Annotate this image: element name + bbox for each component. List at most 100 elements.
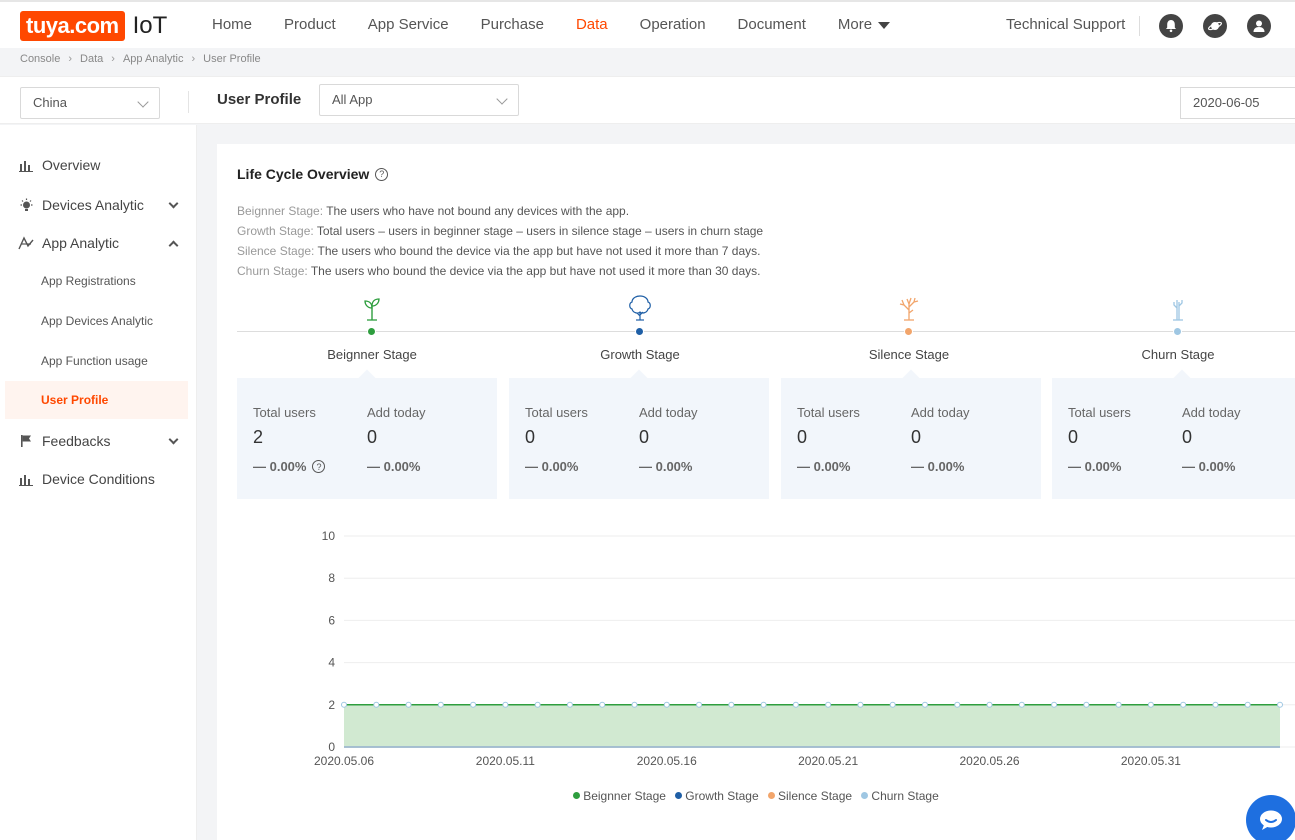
planet-icon[interactable] (1203, 14, 1227, 38)
x-tick-label: 2020.05.11 (476, 754, 535, 768)
logo[interactable]: tuya.com IoT (20, 10, 167, 42)
sidebar-sub-app-function-usage[interactable]: App Function usage (5, 342, 188, 380)
add-today-change: — 0.00% (367, 459, 421, 474)
stage-timeline (237, 331, 1295, 332)
sidebar-item-devices-analytic[interactable]: Devices Analytic (0, 187, 197, 223)
stage-label-churn: Churn Stage (1141, 347, 1215, 362)
stage-dot-churn (1173, 327, 1182, 336)
logo-product: IoT (132, 12, 168, 39)
user-stage-chart: 0 2 4 6 8 10 2020.05.06 2020.05.11 2020.05.16 202… (314, 529, 1295, 768)
total-users-change: — 0.00%? (253, 459, 326, 474)
sidebar-sub-app-devices-analytic[interactable]: App Devices Analytic (5, 302, 188, 340)
data-point (502, 701, 509, 708)
data-point (437, 701, 444, 708)
nav-document[interactable]: Document (722, 2, 822, 48)
description-churn: Churn Stage: The users who bound the dev… (237, 264, 760, 278)
nav-menu: Home Product App Service Purchase Data O… (196, 2, 906, 48)
sidebar-item-label: Overview (42, 157, 101, 173)
nav-data[interactable]: Data (560, 2, 624, 48)
data-point (1147, 701, 1154, 708)
nav-home[interactable]: Home (196, 2, 268, 48)
chevron-down-icon (168, 434, 179, 445)
data-point (889, 701, 896, 708)
x-tick-label: 2020.05.06 (314, 754, 374, 768)
data-point (986, 701, 993, 708)
data-point (1115, 701, 1122, 708)
add-today-value: 0 (911, 427, 922, 447)
data-point (534, 701, 541, 708)
nav-operation[interactable]: Operation (624, 2, 722, 48)
x-tick-label: 2020.05.21 (798, 754, 858, 768)
sidebar-item-feedbacks[interactable]: Feedbacks (0, 423, 197, 459)
help-icon[interactable]: ? (312, 460, 326, 473)
card-notch (1173, 369, 1191, 387)
legend-label: Churn Stage (871, 788, 939, 803)
user-avatar-icon[interactable] (1247, 14, 1271, 38)
data-point (663, 701, 670, 708)
sidebar-item-label: Feedbacks (42, 433, 111, 449)
data-point (405, 701, 412, 708)
add-today-value: 0 (367, 427, 378, 447)
legend-item-beginner[interactable]: Beignner Stage (573, 789, 666, 803)
card-notch (902, 369, 920, 387)
app-select[interactable]: All App (319, 84, 519, 116)
chevron-down-icon (168, 198, 179, 209)
help-icon[interactable]: ? (375, 167, 389, 181)
total-users-change-value: — 0.00% (253, 459, 307, 474)
sidebar-sub-app-registrations[interactable]: App Registrations (5, 262, 188, 300)
nav-more[interactable]: More (822, 2, 906, 48)
date-picker[interactable]: 2020-06-05 (1180, 87, 1295, 119)
chat-support-button[interactable] (1246, 795, 1295, 840)
filter-bar: China User Profile All App 2020-06-05 (0, 76, 1295, 124)
add-today-value: 0 (639, 427, 650, 447)
data-point (373, 701, 380, 708)
legend-item-silence[interactable]: Silence Stage (768, 789, 852, 803)
region-select[interactable]: China (20, 87, 160, 119)
breadcrumb-console[interactable]: Console (20, 53, 60, 65)
chevron-right-icon: › (68, 53, 73, 65)
sidebar: Overview Devices Analytic App Analytic A… (0, 125, 197, 840)
nav-app-service[interactable]: App Service (352, 2, 465, 48)
app-analytic-icon (18, 235, 34, 251)
sidebar-item-app-analytic[interactable]: App Analytic (0, 225, 197, 261)
bar-chart-icon (18, 157, 34, 173)
card-notch (630, 369, 648, 387)
stage-label-silence: Silence Stage (868, 347, 950, 362)
tree-icon (629, 295, 651, 321)
series-area-beginner (344, 704, 1280, 747)
chevron-up-icon (168, 240, 179, 251)
breadcrumb-app-analytic[interactable]: App Analytic (123, 53, 184, 65)
nav-product[interactable]: Product (268, 2, 352, 48)
breadcrumb: Console › Data › App Analytic › User Pro… (20, 53, 261, 65)
description-label: Churn Stage: (237, 264, 308, 278)
sidebar-item-device-conditions[interactable]: Device Conditions (0, 461, 197, 497)
legend-item-churn[interactable]: Churn Stage (861, 788, 939, 803)
legend-dot (768, 792, 775, 799)
description-label: Silence Stage: (237, 244, 315, 258)
sidebar-sub-user-profile[interactable]: User Profile (5, 381, 188, 419)
bulb-icon (18, 197, 34, 213)
technical-support-link[interactable]: Technical Support (1006, 2, 1125, 48)
panel-title: Life Cycle Overview ? (237, 166, 389, 182)
panel-title-text: Life Cycle Overview (237, 166, 370, 182)
chat-icon (1260, 810, 1282, 830)
breadcrumb-data[interactable]: Data (80, 53, 103, 65)
sidebar-item-label: Device Conditions (42, 471, 155, 487)
sidebar-item-overview[interactable]: Overview (0, 147, 197, 183)
add-today-label: Add today (911, 405, 970, 420)
legend-dot (573, 792, 581, 799)
data-point (728, 701, 735, 708)
data-point (921, 701, 928, 708)
description-text: The users who bound the device via the a… (310, 264, 761, 278)
add-today-change: — 0.00% (911, 459, 965, 474)
total-users-value: 0 (797, 427, 808, 447)
nav-purchase[interactable]: Purchase (465, 2, 560, 48)
bell-icon[interactable] (1159, 14, 1183, 38)
data-point (1018, 701, 1025, 708)
add-today-label: Add today (639, 405, 698, 420)
total-users-change: — 0.00% (1068, 459, 1122, 474)
sprout-icon (364, 298, 380, 321)
legend-item-growth[interactable]: Growth Stage (675, 789, 759, 803)
y-tick-label: 0 (328, 740, 335, 754)
y-tick-label: 6 (328, 613, 335, 627)
